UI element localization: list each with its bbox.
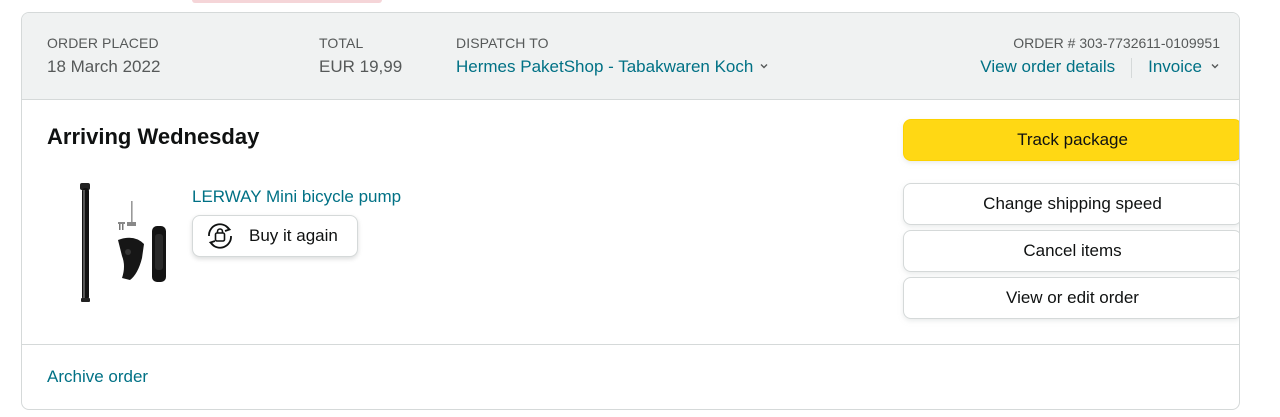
- dispatch-block: DISPATCH TO Hermes PaketShop - Tabakware…: [456, 34, 769, 78]
- top-decor-strip: [192, 0, 382, 3]
- order-number: ORDER # 303-7732611-0109951: [1013, 35, 1220, 51]
- product-title-link[interactable]: LERWAY Mini bicycle pump: [192, 186, 401, 208]
- order-meta-block: ORDER # 303-7732611-0109951 View order d…: [920, 34, 1220, 78]
- order-placed-block: ORDER PLACED 18 March 2022: [47, 34, 160, 78]
- total-value: EUR 19,99: [319, 57, 403, 76]
- track-package-button[interactable]: Track package: [903, 119, 1239, 161]
- buy-again-button[interactable]: Buy it again: [192, 215, 358, 257]
- dispatch-address-link[interactable]: Hermes PaketShop - Tabakwaren Koch: [456, 56, 769, 78]
- shipment-status-heading: Arriving Wednesday: [47, 124, 260, 149]
- buy-again-label: Buy it again: [249, 226, 338, 245]
- total-label: TOTAL: [319, 35, 364, 51]
- view-edit-order-button[interactable]: View or edit order: [903, 277, 1239, 319]
- order-header: ORDER PLACED 18 March 2022 TOTAL EUR 19,…: [22, 13, 1239, 100]
- order-links: View order details Invoice: [920, 56, 1220, 78]
- order-placed-label: ORDER PLACED: [47, 35, 159, 51]
- archive-order-link[interactable]: Archive order: [47, 367, 148, 387]
- view-order-details-link[interactable]: View order details: [980, 57, 1115, 76]
- track-package-label: Track package: [1017, 130, 1128, 149]
- order-card: ORDER PLACED 18 March 2022 TOTAL EUR 19,…: [21, 12, 1240, 410]
- chevron-down-icon: [760, 63, 768, 69]
- order-placed-date: 18 March 2022: [47, 57, 161, 76]
- invoice-link[interactable]: Invoice: [1148, 57, 1220, 76]
- order-card-footer: Archive order: [22, 344, 1239, 409]
- reorder-icon: [208, 223, 232, 249]
- cancel-items-button[interactable]: Cancel items: [903, 230, 1239, 272]
- total-block: TOTAL EUR 19,99: [319, 34, 402, 78]
- links-divider: [1131, 57, 1133, 78]
- chevron-down-icon: [1211, 63, 1219, 69]
- change-shipping-speed-button[interactable]: Change shipping speed: [903, 183, 1239, 225]
- view-edit-order-label: View or edit order: [1006, 288, 1139, 307]
- bicycle-pump-image[interactable]: [56, 178, 186, 308]
- dispatch-address-text: Hermes PaketShop - Tabakwaren Koch: [456, 57, 754, 76]
- invoice-label: Invoice: [1148, 57, 1202, 76]
- dispatch-label: DISPATCH TO: [456, 35, 549, 51]
- cancel-items-label: Cancel items: [1023, 241, 1122, 260]
- change-shipping-speed-label: Change shipping speed: [983, 194, 1162, 213]
